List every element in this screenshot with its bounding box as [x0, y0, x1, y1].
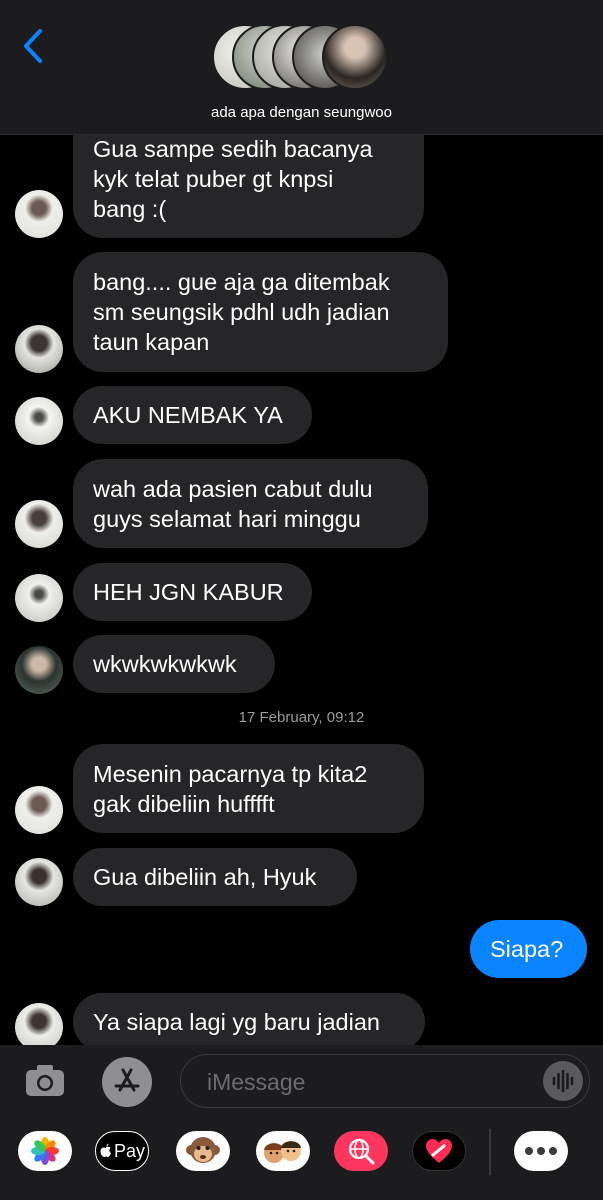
message-text: Siapa? — [490, 936, 564, 962]
web-images-button[interactable] — [334, 1131, 388, 1171]
avatar[interactable] — [15, 574, 63, 622]
message-bubble[interactable]: HEH JGN KABUR — [73, 563, 312, 621]
camera-button[interactable] — [22, 1059, 68, 1103]
back-button[interactable] — [18, 26, 54, 66]
avatar[interactable] — [15, 646, 63, 694]
camera-icon — [26, 1065, 64, 1096]
message-text: bang.... gue aja ga ditembak sm seungsik… — [93, 269, 390, 355]
group-name[interactable]: ada apa dengan seungwoo — [0, 104, 603, 121]
message-input-field[interactable] — [180, 1054, 590, 1108]
photos-app-button[interactable] — [18, 1131, 72, 1171]
apple-pay-label: Pay — [113, 1140, 146, 1161]
divider — [489, 1129, 491, 1175]
chevron-left-icon — [24, 29, 42, 63]
message-bubble[interactable]: Gua dibeliin ah, Hyuk — [73, 848, 357, 906]
apple-pay-button[interactable]: Pay — [95, 1131, 149, 1171]
more-icon — [525, 1147, 557, 1155]
waveform-icon — [552, 1069, 574, 1093]
input-bar: Pay — [0, 1045, 603, 1200]
app-store-icon — [102, 1057, 152, 1107]
message-text: Mesenin pacarnya tp kita2 gak dibeliin h… — [93, 760, 368, 817]
message-bubble[interactable]: wah ada pasien cabut dulu guys selamat h… — [73, 459, 428, 548]
app-store-button[interactable] — [101, 1056, 153, 1108]
avatar[interactable] — [15, 858, 63, 906]
message-text: Ya siapa lagi yg baru jadian — [93, 1009, 380, 1035]
avatar[interactable] — [15, 190, 63, 238]
message-bubble[interactable]: Ya siapa lagi yg baru jadian — [73, 993, 425, 1051]
apple-logo-icon — [100, 1143, 111, 1157]
message-text: AKU NEMBAK YA — [93, 402, 283, 428]
message-text: Gua dibeliin ah, Hyuk — [93, 864, 317, 890]
avatar — [322, 24, 388, 90]
avatar[interactable] — [15, 500, 63, 548]
group-avatar-stack[interactable] — [212, 24, 392, 92]
conversation-header: ada apa dengan seungwoo — [0, 0, 603, 135]
avatar[interactable] — [15, 786, 63, 834]
memoji-button[interactable] — [256, 1131, 310, 1171]
message-input[interactable] — [205, 1065, 529, 1099]
memoji-icon — [264, 1141, 301, 1163]
message-text: HEH JGN KABUR — [93, 579, 284, 605]
avatar[interactable] — [15, 325, 63, 373]
message-bubble[interactable]: Mesenin pacarnya tp kita2 gak dibeliin h… — [73, 744, 424, 833]
message-bubble-outgoing[interactable]: Siapa? — [470, 920, 587, 978]
more-apps-button[interactable] — [514, 1131, 568, 1171]
message-bubble[interactable]: bang.... gue aja ga ditembak sm seungsik… — [73, 252, 448, 372]
message-bubble[interactable]: AKU NEMBAK YA — [73, 386, 312, 444]
photos-icon — [31, 1137, 59, 1165]
message-text: wkwkwkwkwk — [93, 651, 237, 677]
message-bubble[interactable]: Gua sampe sedih bacanya kyk telat puber … — [73, 120, 424, 238]
globe-search-icon — [348, 1138, 375, 1165]
message-bubble[interactable]: wkwkwkwkwk — [73, 635, 275, 693]
monkey-icon — [186, 1137, 220, 1163]
audio-record-button[interactable] — [543, 1061, 583, 1101]
avatar[interactable] — [15, 1003, 63, 1051]
animoji-button[interactable] — [176, 1131, 230, 1171]
avatar[interactable] — [15, 397, 63, 445]
message-text: Gua sampe sedih bacanya kyk telat puber … — [93, 136, 373, 222]
heart-touch-icon — [426, 1139, 452, 1163]
message-text: wah ada pasien cabut dulu guys selamat h… — [93, 475, 373, 532]
digital-touch-button[interactable] — [412, 1131, 466, 1171]
timestamp: 17 February, 09:12 — [238, 709, 365, 726]
